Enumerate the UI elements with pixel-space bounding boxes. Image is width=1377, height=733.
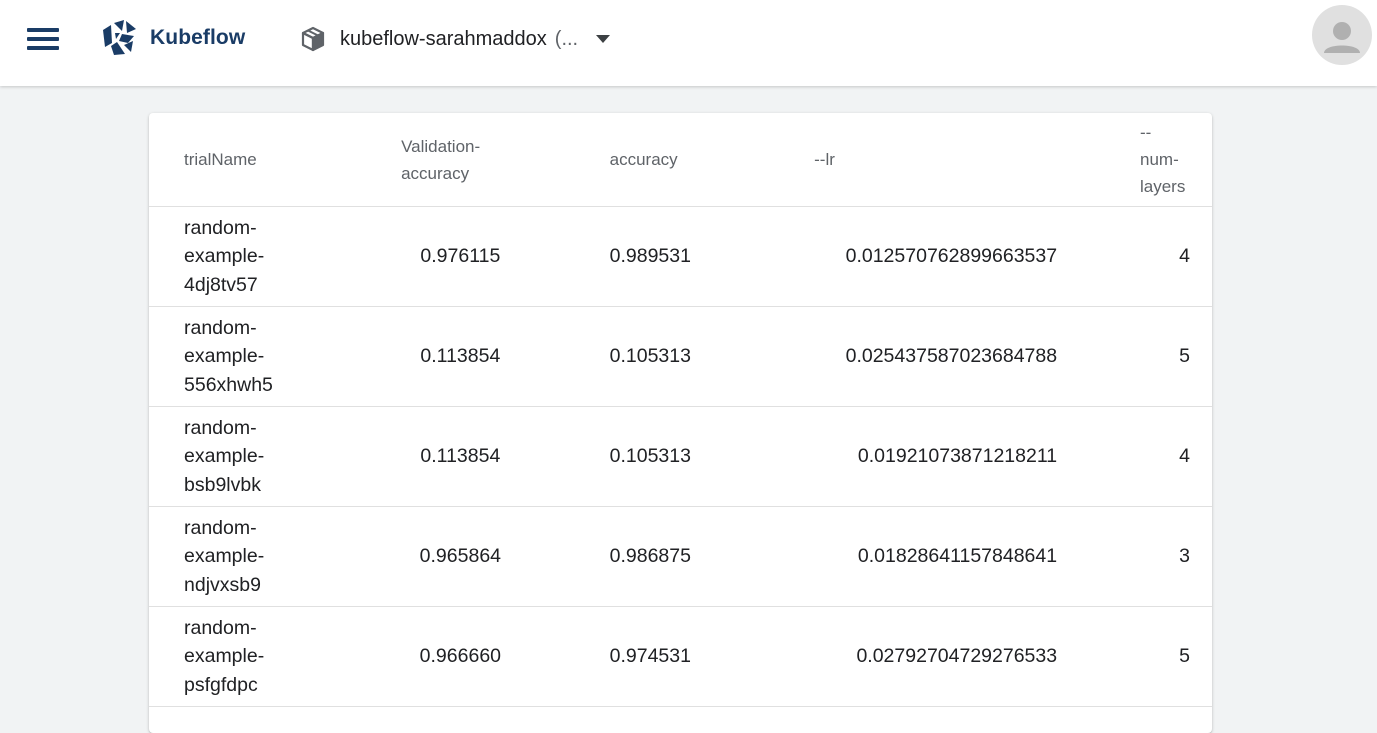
kubeflow-logo[interactable]: Kubeflow [100,18,245,58]
logo-text: Kubeflow [150,26,246,49]
lr-cell: 0.01921073871218211 [814,406,1058,507]
validation-accuracy-cell: 0.113854 [401,306,610,407]
accuracy-cell: 0.105313 [609,406,815,507]
table-row[interactable]: random- example- 4dj8tv57 0.976115 0.989… [149,206,1212,307]
accuracy-cell: 0.974531 [609,606,815,707]
hamburger-menu-icon[interactable] [22,22,64,56]
lr-cell: 0.01828641157848641 [814,506,1058,607]
table-row[interactable]: random- example- ndjvxsb9 0.965864 0.986… [149,506,1212,607]
accuracy-cell: 0.989531 [609,206,815,307]
num-layers-cell: 3 [1057,506,1212,607]
column-header-lr[interactable]: --lr [814,113,1058,207]
num-layers-cell: 4 [1057,406,1212,507]
validation-accuracy-cell: 0.976115 [401,206,610,307]
kubeflow-logo-icon [103,20,136,55]
validation-accuracy-cell: 0.965864 [401,506,610,607]
accuracy-cell: 0.105313 [609,306,815,407]
table-row[interactable]: random- example- psfgfdpc 0.966660 0.974… [149,606,1212,707]
caret-down-icon[interactable] [596,35,611,43]
table-row[interactable]: random- example- 556xhwh5 0.113854 0.105… [149,306,1212,407]
lr-cell: 0.012570762899663537 [814,206,1058,307]
column-header-num-layers[interactable]: -- num- layers [1057,113,1212,207]
trials-table-card: trialName Validation- accuracy accuracy … [149,113,1212,733]
trials-table: trialName Validation- accuracy accuracy … [149,113,1212,707]
top-app-bar: Kubeflow kubeflow-sarahmaddox (... [0,0,1377,86]
num-layers-cell: 5 [1057,306,1212,407]
accuracy-cell: 0.986875 [609,506,815,607]
trial-name-cell: random- example- 4dj8tv57 [149,206,402,307]
validation-accuracy-cell: 0.966660 [401,606,610,707]
namespace-ellipsis: (... [554,27,579,50]
trial-name-cell: random- example- psfgfdpc [149,606,402,707]
table-row[interactable]: random- example- bsb9lvbk 0.113854 0.105… [149,406,1212,507]
trial-name-cell: random- example- bsb9lvbk [149,406,402,507]
trial-name-cell: random- example- 556xhwh5 [149,306,402,407]
cube-icon [301,26,325,52]
column-header-trialname[interactable]: trialName [149,113,402,207]
validation-accuracy-cell: 0.113854 [401,406,610,507]
lr-cell: 0.025437587023684788 [814,306,1058,407]
namespace-label: kubeflow-sarahmaddox [340,27,547,50]
table-header-row: trialName Validation- accuracy accuracy … [149,113,1212,207]
column-header-validation-accuracy[interactable]: Validation- accuracy [401,113,610,207]
trial-name-cell: random- example- ndjvxsb9 [149,506,402,607]
num-layers-cell: 5 [1057,606,1212,707]
account-avatar-icon[interactable] [1312,5,1372,65]
column-header-accuracy[interactable]: accuracy [609,113,815,207]
namespace-selector[interactable]: kubeflow-sarahmaddox (... [300,20,611,58]
num-layers-cell: 4 [1057,206,1212,307]
lr-cell: 0.02792704729276533 [814,606,1058,707]
